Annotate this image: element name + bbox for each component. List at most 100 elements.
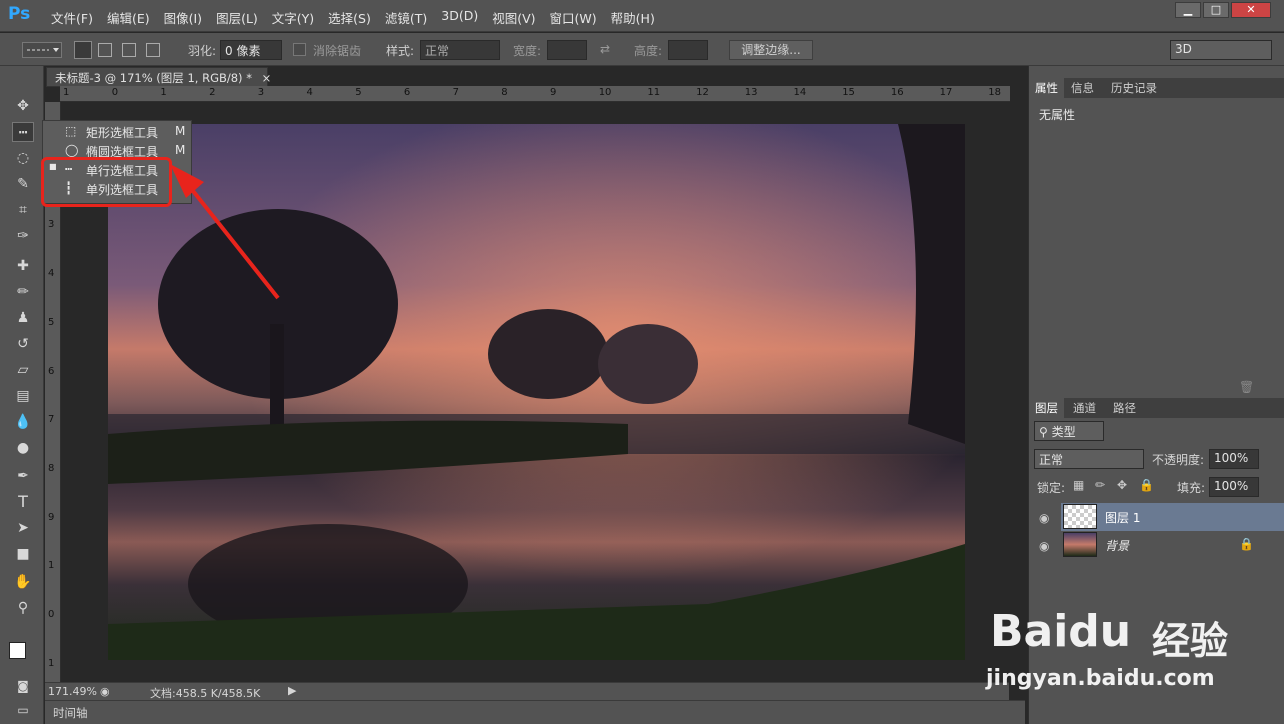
ruler-tick-label: 6 [48, 365, 55, 377]
history-brush-icon[interactable]: ↺ [12, 334, 34, 354]
flyout-item-rect-marquee[interactable]: ⬚ 矩形选框工具 M [43, 122, 193, 141]
timeline-panel: 时间轴 [45, 700, 1025, 724]
hand-tool-icon[interactable]: ✋ [12, 572, 34, 592]
marquee-tool-icon[interactable]: ┅ [12, 122, 34, 142]
quick-select-tool-icon[interactable]: ✎ [12, 174, 34, 194]
menu-layer[interactable]: 图层(L) [209, 8, 265, 27]
restore-button[interactable]: □ [1203, 2, 1229, 18]
ruler-tick-label: 3 [257, 87, 265, 98]
menu-help[interactable]: 帮助(H) [604, 8, 662, 27]
foreground-color-swatch[interactable] [9, 642, 26, 659]
tab-layers[interactable]: 图层 [1029, 398, 1064, 418]
menu-image[interactable]: 图像(I) [157, 8, 209, 27]
visibility-eye-icon[interactable]: ◉ [1039, 511, 1049, 525]
quick-mask-icon[interactable]: ◙ [12, 676, 34, 696]
highlight-box [41, 157, 172, 207]
healing-brush-icon[interactable]: ✚ [12, 256, 34, 276]
style-select[interactable]: 正常 [420, 40, 500, 60]
type-tool-icon[interactable]: T [12, 492, 34, 512]
timeline-label[interactable]: 时间轴 [53, 705, 88, 721]
tab-close-icon[interactable]: × [262, 71, 272, 85]
single-row-marquee-icon [27, 48, 59, 52]
menu-edit[interactable]: 编辑(E) [100, 8, 157, 27]
annotation-arrow [170, 164, 280, 300]
ruler-tick-label: 7 [48, 414, 55, 426]
zoom-level[interactable]: 171.49% [48, 685, 97, 698]
properties-tabs: 属性 信息 历史记录 [1029, 78, 1284, 98]
add-to-selection-icon[interactable] [98, 43, 112, 57]
eraser-tool-icon[interactable]: ▱ [12, 360, 34, 380]
width-input[interactable] [547, 40, 587, 60]
ellipse-marquee-icon: ◯ [65, 143, 79, 157]
ruler-tick-label: 4 [48, 268, 55, 280]
new-selection-icon[interactable] [74, 41, 92, 59]
intersect-selection-icon[interactable] [146, 43, 160, 57]
blend-mode-select[interactable]: 正常 [1034, 449, 1144, 469]
close-window-button[interactable]: ✕ [1231, 2, 1271, 18]
visibility-eye-icon[interactable]: ◉ [1039, 539, 1049, 553]
brush-tool-icon[interactable]: ✏ [12, 282, 34, 302]
tab-info[interactable]: 信息 [1065, 78, 1100, 98]
status-menu-icon[interactable]: ◉ [100, 685, 110, 698]
lock-transparent-icon[interactable]: ▦ [1073, 478, 1084, 492]
tab-properties[interactable]: 属性 [1029, 78, 1064, 98]
main-menu: 文件(F) 编辑(E) 图像(I) 图层(L) 文字(Y) 选择(S) 滤镜(T… [44, 8, 662, 27]
workspace-select[interactable]: 3D [1170, 40, 1272, 60]
status-arrow-icon[interactable]: ▶ [288, 684, 296, 697]
lock-pixels-icon[interactable]: ✏ [1095, 478, 1105, 492]
path-select-icon[interactable]: ➤ [12, 518, 34, 538]
eyedropper-tool-icon[interactable]: ✑ [12, 226, 34, 246]
menu-window[interactable]: 窗口(W) [543, 8, 604, 27]
menu-3d[interactable]: 3D(D) [434, 8, 485, 27]
subtract-selection-icon[interactable] [122, 43, 136, 57]
refine-edge-button[interactable]: 调整边缘... [729, 40, 813, 60]
feather-input[interactable]: 0 像素 [220, 40, 282, 60]
document-tab[interactable]: 未标题-3 @ 171% (图层 1, RGB/8) * × [46, 67, 271, 87]
trash-icon[interactable]: 🗑 [1239, 380, 1254, 394]
watermark-cn: 经验 [1152, 619, 1229, 663]
gradient-tool-icon[interactable]: ▤ [12, 386, 34, 406]
move-tool-icon[interactable]: ✥ [12, 96, 34, 116]
menu-view[interactable]: 视图(V) [485, 8, 542, 27]
menu-filter[interactable]: 滤镜(T) [378, 8, 434, 27]
ruler-tick-label: 3 [48, 219, 55, 231]
crop-tool-icon[interactable]: ⌗ [12, 200, 34, 220]
tab-paths[interactable]: 路径 [1107, 398, 1142, 418]
lock-all-icon[interactable]: 🔒 [1139, 478, 1154, 492]
style-label: 样式: [386, 44, 415, 58]
ruler-tick-label: 1 [160, 87, 167, 98]
screen-mode-icon[interactable]: ▭ [12, 700, 34, 720]
minimize-button[interactable]: ▁ [1175, 2, 1201, 18]
tab-history[interactable]: 历史记录 [1105, 78, 1163, 98]
layer-row[interactable]: 图层 1 [1061, 503, 1284, 531]
lock-position-icon[interactable]: ✥ [1117, 478, 1127, 492]
antialias-checkbox[interactable] [293, 43, 306, 56]
dodge-tool-icon[interactable]: ● [12, 438, 34, 458]
menu-type[interactable]: 文字(Y) [265, 8, 321, 27]
pen-tool-icon[interactable]: ✒ [12, 466, 34, 486]
tool-preset-picker[interactable] [22, 42, 62, 58]
ruler-tick-label: 15 [842, 87, 855, 98]
zoom-tool-icon[interactable]: ⚲ [12, 598, 34, 618]
status-bar: 171.49% ◉ 文档:458.5 K/458.5K ▶ [45, 682, 1009, 700]
layer-name[interactable]: 背景 [1105, 537, 1129, 554]
ruler-tick-label: 7 [452, 87, 459, 98]
layer-filter-select[interactable]: ⚲ 类型 [1034, 421, 1104, 441]
menu-select[interactable]: 选择(S) [321, 8, 378, 27]
swap-icon[interactable]: ⇄ [600, 42, 610, 56]
opacity-input[interactable]: 100% [1209, 449, 1259, 469]
layer-name[interactable]: 图层 1 [1105, 509, 1140, 526]
fill-input[interactable]: 100% [1209, 477, 1259, 497]
ruler-tick-label: 8 [501, 87, 508, 98]
blur-tool-icon[interactable]: 💧 [12, 412, 34, 432]
lasso-tool-icon[interactable]: ◌ [12, 148, 34, 168]
rectangle-tool-icon[interactable]: ■ [12, 544, 34, 564]
tools-panel: ✥ ┅ ◌ ✎ ⌗ ✑ ✚ ✏ ♟ ↺ ▱ ▤ 💧 ● ✒ T ➤ ■ ✋ ⚲ … [0, 66, 44, 724]
tab-channels[interactable]: 通道 [1067, 398, 1102, 418]
clone-stamp-icon[interactable]: ♟ [12, 308, 34, 328]
menu-file[interactable]: 文件(F) [44, 8, 100, 27]
height-input[interactable] [668, 40, 708, 60]
layer-row[interactable]: 背景 🔒 [1061, 531, 1284, 559]
ruler-tick-label: 5 [48, 316, 55, 328]
height-label: 高度: [634, 44, 663, 58]
